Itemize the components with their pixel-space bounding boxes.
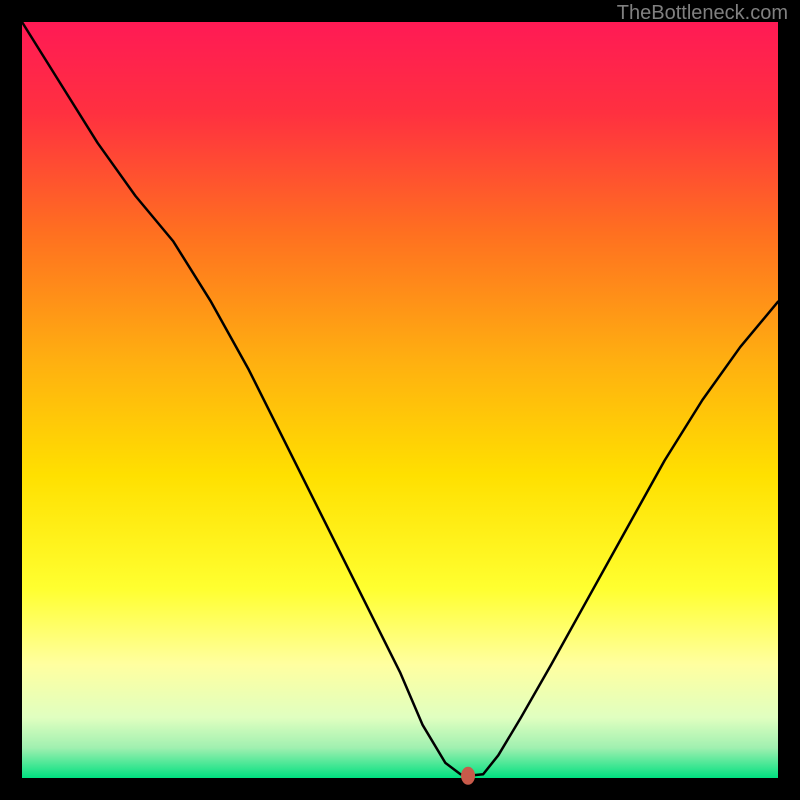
attribution-text: TheBottleneck.com [617, 2, 788, 25]
bottleneck-chart: TheBottleneck.com [0, 0, 800, 800]
gradient-background [22, 22, 778, 778]
optimal-point-marker [461, 767, 475, 785]
chart-svg [0, 0, 800, 800]
